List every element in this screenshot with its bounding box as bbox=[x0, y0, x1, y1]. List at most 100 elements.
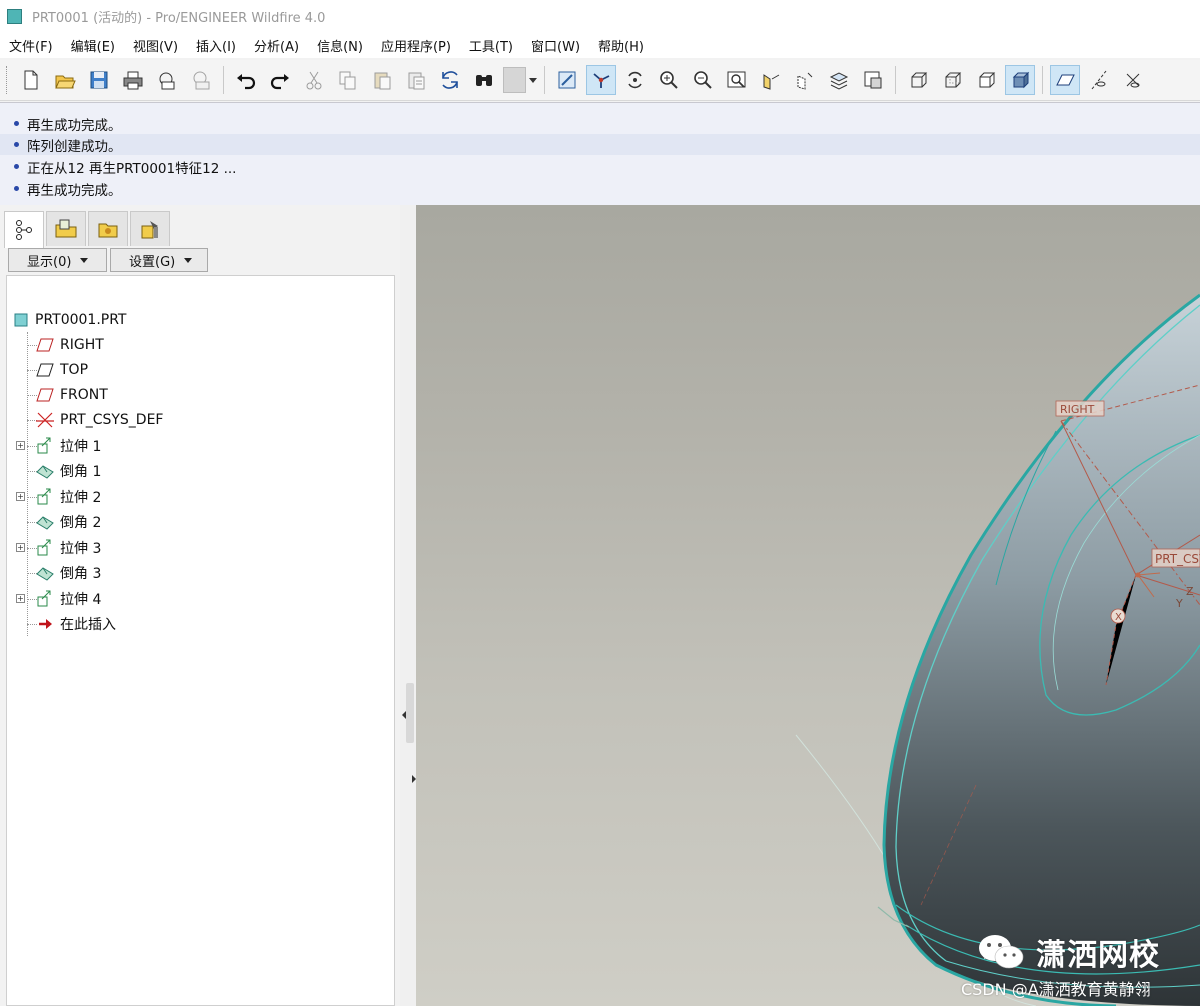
datum-plane-icon bbox=[35, 361, 55, 379]
menu-view[interactable]: 视图(V) bbox=[124, 36, 187, 55]
datum-points-icon[interactable] bbox=[1118, 65, 1148, 95]
orient-mode-icon[interactable] bbox=[620, 65, 650, 95]
watermark-credit: CSDN @A潇洒教育黄静翎 bbox=[961, 980, 1151, 999]
cut-icon[interactable] bbox=[299, 65, 329, 95]
zoom-in-icon[interactable] bbox=[654, 65, 684, 95]
tree-item-chamfer-3[interactable]: 倒角 3 bbox=[7, 561, 387, 585]
shading-icon[interactable] bbox=[1005, 65, 1035, 95]
navigator-pane: 显示(0) 设置(G) PRT0001.PRT RIGHT TOP FRONT bbox=[0, 205, 405, 1006]
reorient-icon[interactable] bbox=[756, 65, 786, 95]
menu-file[interactable]: 文件(F) bbox=[0, 36, 62, 55]
refit-icon[interactable] bbox=[722, 65, 752, 95]
menu-info[interactable]: 信息(N) bbox=[308, 36, 372, 55]
tree-item-chamfer-2[interactable]: 倒角 2 bbox=[7, 510, 387, 534]
splitter-handle[interactable] bbox=[406, 683, 414, 743]
menu-applications[interactable]: 应用程序(P) bbox=[372, 36, 460, 55]
tree-item-label: 拉伸 1 bbox=[60, 439, 102, 455]
tree-item-extrude-4[interactable]: + 拉伸 4 bbox=[7, 587, 387, 611]
copy-icon[interactable] bbox=[333, 65, 363, 95]
expand-icon[interactable]: + bbox=[16, 492, 25, 501]
tree-item-chamfer-1[interactable]: 倒角 1 bbox=[7, 459, 387, 483]
message-area: 再生成功完成。 阵列创建成功。 正在从12 再生PRT0001特征12 ... … bbox=[0, 102, 1200, 205]
print-icon[interactable] bbox=[118, 65, 148, 95]
tree-item-extrude-2[interactable]: + 拉伸 2 bbox=[7, 485, 387, 509]
tree-root[interactable]: PRT0001.PRT bbox=[7, 308, 387, 332]
datum-plane-icon bbox=[35, 386, 55, 404]
tree-item-label: 在此插入 bbox=[60, 617, 116, 633]
datum-tag-label: RIGHT bbox=[1060, 403, 1095, 416]
tree-item-right[interactable]: RIGHT bbox=[7, 333, 387, 357]
view-manager-icon[interactable] bbox=[858, 65, 888, 95]
folder-browser-tab[interactable] bbox=[46, 211, 86, 246]
show-dropdown[interactable]: 显示(0) bbox=[8, 248, 107, 272]
expand-icon[interactable]: + bbox=[16, 543, 25, 552]
find-icon[interactable] bbox=[469, 65, 499, 95]
save-icon[interactable] bbox=[84, 65, 114, 95]
paste-special-icon[interactable] bbox=[401, 65, 431, 95]
chamfer-icon bbox=[35, 513, 55, 531]
tree-item-label: 倒角 3 bbox=[60, 566, 102, 582]
menu-analysis[interactable]: 分析(A) bbox=[245, 36, 308, 55]
model-body[interactable] bbox=[884, 295, 1200, 1006]
tree-item-insert-here[interactable]: 在此插入 bbox=[7, 612, 387, 636]
menu-insert[interactable]: 插入(I) bbox=[187, 36, 245, 55]
menu-help[interactable]: 帮助(H) bbox=[589, 36, 653, 55]
app-icon bbox=[7, 8, 22, 24]
connections-tab[interactable] bbox=[130, 211, 170, 246]
new-icon[interactable] bbox=[16, 65, 46, 95]
hidden-line-icon[interactable] bbox=[937, 65, 967, 95]
axis-label-y: Y bbox=[1175, 597, 1183, 610]
tree-item-label: 倒角 1 bbox=[60, 464, 102, 480]
tree-item-label: RIGHT bbox=[60, 337, 104, 353]
paste-icon[interactable] bbox=[367, 65, 397, 95]
tree-item-front[interactable]: FRONT bbox=[7, 383, 387, 407]
no-hidden-icon[interactable] bbox=[971, 65, 1001, 95]
message-text: 再生成功完成。 bbox=[27, 182, 122, 199]
tree-item-label: FRONT bbox=[60, 387, 108, 403]
model-tree-tab[interactable] bbox=[4, 211, 44, 248]
datum-planes-icon[interactable] bbox=[1050, 65, 1080, 95]
extrude-icon bbox=[35, 488, 55, 506]
expand-icon[interactable]: + bbox=[16, 594, 25, 603]
tree-item-top[interactable]: TOP bbox=[7, 358, 387, 382]
settings-dropdown[interactable]: 设置(G) bbox=[110, 248, 208, 272]
tree-item-label: 拉伸 3 bbox=[60, 541, 102, 557]
collapse-left-icon[interactable] bbox=[402, 711, 406, 719]
menu-edit[interactable]: 编辑(E) bbox=[62, 36, 124, 55]
chamfer-icon bbox=[35, 462, 55, 480]
graphics-window[interactable]: RIGHT PRT_CSYS_DEF X Y Z bbox=[416, 205, 1200, 1006]
selection-filter-combo[interactable] bbox=[503, 65, 537, 95]
favorites-tab[interactable] bbox=[88, 211, 128, 246]
datum-axes-icon[interactable] bbox=[1084, 65, 1114, 95]
model-view: RIGHT PRT_CSYS_DEF X Y Z bbox=[795, 293, 1200, 1006]
watermark-brand: 潇洒网校 bbox=[1036, 938, 1160, 973]
menu-window[interactable]: 窗口(W) bbox=[522, 36, 589, 55]
axis-label-z: Z bbox=[1186, 585, 1194, 598]
zoom-out-icon[interactable] bbox=[688, 65, 718, 95]
undo-icon[interactable] bbox=[231, 65, 261, 95]
tree-item-extrude-3[interactable]: + 拉伸 3 bbox=[7, 536, 387, 560]
chevron-down-icon bbox=[80, 257, 89, 263]
favorites-icon bbox=[98, 223, 118, 238]
open-icon[interactable] bbox=[50, 65, 80, 95]
datum-plane-icon bbox=[35, 336, 55, 354]
menu-tools[interactable]: 工具(T) bbox=[460, 36, 522, 55]
saved-views-icon[interactable] bbox=[790, 65, 820, 95]
tree-item-extrude-1[interactable]: + 拉伸 1 bbox=[7, 434, 387, 458]
toolbar-grip[interactable] bbox=[6, 66, 10, 94]
wireframe-icon[interactable] bbox=[903, 65, 933, 95]
send-mail-icon[interactable] bbox=[152, 65, 182, 95]
pane-splitter[interactable] bbox=[400, 205, 416, 1006]
layers-icon[interactable] bbox=[824, 65, 854, 95]
send-mail-attach-icon[interactable] bbox=[186, 65, 216, 95]
tree-item-csys[interactable]: PRT_CSYS_DEF bbox=[7, 408, 387, 432]
message-line: 再生成功完成。 bbox=[0, 113, 1200, 134]
expand-icon[interactable]: + bbox=[16, 441, 25, 450]
regenerate-icon[interactable] bbox=[435, 65, 465, 95]
spin-center-icon[interactable] bbox=[586, 65, 616, 95]
redo-icon[interactable] bbox=[265, 65, 295, 95]
bullet-icon bbox=[14, 121, 19, 126]
csys-origin bbox=[1135, 572, 1141, 578]
bullet-icon bbox=[14, 186, 19, 191]
repaint-icon[interactable] bbox=[552, 65, 582, 95]
